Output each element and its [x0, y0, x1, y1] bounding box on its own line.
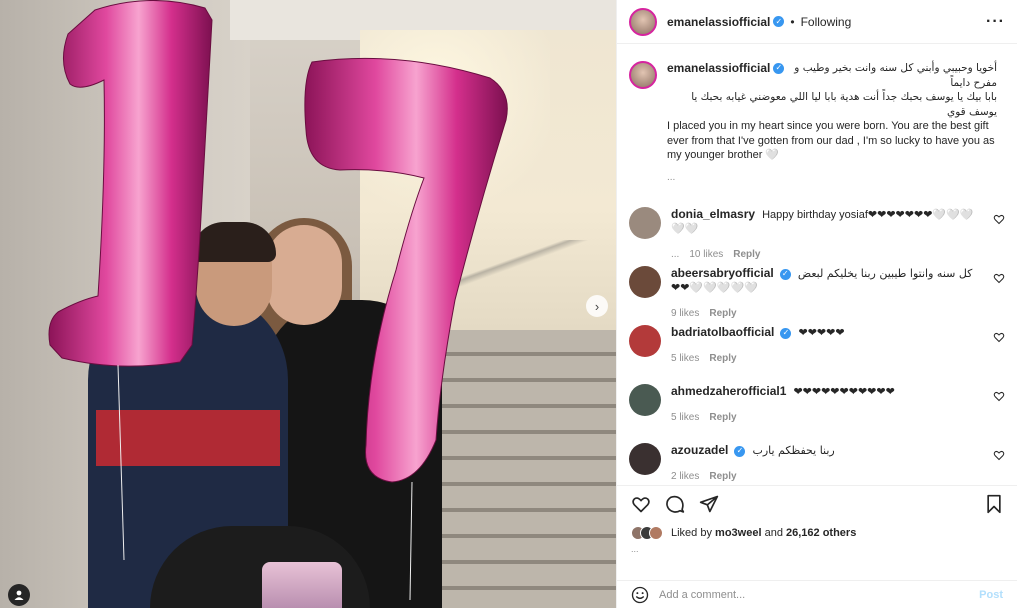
more-options-icon[interactable]: ···	[986, 13, 1005, 31]
share-send-icon[interactable]	[699, 494, 719, 514]
comment-username[interactable]: donia_elmasry	[671, 207, 755, 221]
caption-timestamp: ...	[667, 171, 676, 183]
post-comment-button[interactable]: Post	[979, 589, 1003, 601]
comment-likes[interactable]: 10 likes	[689, 249, 723, 260]
author-username[interactable]: emanelassiofficial	[667, 15, 770, 29]
author-avatar[interactable]	[629, 7, 657, 36]
add-comment-bar: Post	[617, 580, 1017, 608]
comment-text: ❤❤❤❤❤❤❤❤❤❤❤	[793, 386, 895, 398]
post-date: ...	[631, 544, 639, 554]
comment-username[interactable]: azouzadel	[671, 443, 728, 457]
likes-count-link[interactable]: 26,162 others	[786, 527, 856, 539]
comment-item: abeersabryofficial ✓ كل سنه وانتوا طيبين…	[617, 266, 1017, 325]
verified-badge-icon: ✓	[779, 268, 791, 280]
tagged-users-button[interactable]	[8, 584, 30, 606]
reply-button[interactable]: Reply	[709, 412, 736, 423]
comment-likes[interactable]: 2 likes	[671, 471, 699, 482]
reply-button[interactable]: Reply	[733, 249, 760, 260]
comment-likes[interactable]: 5 likes	[671, 412, 699, 423]
user-icon	[14, 590, 24, 600]
verified-badge-icon: ✓	[780, 327, 792, 339]
reply-button[interactable]: Reply	[709, 471, 736, 482]
emoji-smiley-icon[interactable]	[631, 586, 649, 604]
like-comment-heart-icon[interactable]	[993, 390, 1005, 402]
post-details-panel: emanelassiofficial ✓ • Following ··· ema…	[616, 0, 1017, 608]
verified-badge-icon: ✓	[773, 63, 785, 74]
like-comment-heart-icon[interactable]	[993, 272, 1005, 284]
post-header: emanelassiofficial ✓ • Following ···	[617, 0, 1017, 44]
post-actions: Liked by mo3weel and 26,162 others ...	[617, 485, 1017, 560]
liker-avatar	[649, 526, 663, 540]
number-balloons	[48, 0, 508, 601]
comment-likes[interactable]: 5 likes	[671, 353, 699, 364]
like-heart-icon[interactable]	[631, 494, 651, 514]
likes-prefix: Liked by	[671, 527, 712, 539]
caption-username[interactable]: emanelassiofficial	[667, 61, 770, 76]
like-comment-heart-icon[interactable]	[993, 213, 1005, 225]
liked-by-user-link[interactable]: mo3weel	[715, 527, 761, 539]
following-button[interactable]: Following	[801, 15, 852, 29]
like-comment-heart-icon[interactable]	[993, 331, 1005, 343]
like-comment-heart-icon[interactable]	[993, 449, 1005, 461]
caption-arabic-line-1: أخويا وحبيبي وأبني كل سنه وانت بخير وطيب…	[794, 62, 997, 89]
comment-item: ahmedzaherofficial1 ❤❤❤❤❤❤❤❤❤❤❤ 5 likes R…	[617, 384, 1017, 443]
reply-button[interactable]: Reply	[709, 353, 736, 364]
verified-badge-icon: ✓	[734, 445, 746, 457]
comment-input[interactable]	[659, 588, 980, 601]
comment-text: ربنا يحفظكم يارب	[752, 444, 835, 457]
comments-scroll-area[interactable]: emanelassiofficial ✓ أخويا وحبيبي وأبني …	[617, 45, 1017, 485]
comment-likes[interactable]: 9 likes	[671, 308, 699, 319]
comment-username[interactable]: badriatolbaofficial	[671, 325, 774, 339]
balloon-digit-seven	[304, 57, 508, 483]
commenter-avatar[interactable]	[629, 325, 661, 357]
likes-summary: Liked by mo3weel and 26,162 others	[631, 522, 1003, 544]
balloon-digit-one	[48, 0, 213, 367]
caption-avatar[interactable]	[629, 61, 657, 89]
caption-english-text: I placed you in my heart since you were …	[667, 120, 995, 161]
reply-button[interactable]: Reply	[709, 308, 736, 319]
header-separator: •	[790, 14, 795, 29]
comments-list: donia_elmasry Happy birthday yosiaf❤❤❤❤❤…	[617, 207, 1017, 485]
post-photo: ›	[0, 0, 616, 608]
commenter-avatar[interactable]	[629, 266, 661, 298]
commenter-avatar[interactable]	[629, 207, 661, 239]
comment-item: badriatolbaofficial ✓ ❤❤❤❤❤ 5 likes Reply	[617, 325, 1017, 384]
likes-and: and	[764, 527, 783, 539]
comment-item: azouzadel ✓ ربنا يحفظكم يارب 2 likes Repl…	[617, 443, 1017, 485]
comment-text: ❤❤❤❤❤	[798, 327, 845, 339]
post-caption: emanelassiofficial ✓ أخويا وحبيبي وأبني …	[617, 45, 1017, 185]
photo-cake	[262, 562, 342, 608]
next-image-button[interactable]: ›	[586, 295, 608, 317]
comment-username[interactable]: ahmedzaherofficial1	[671, 384, 786, 398]
commenter-avatar[interactable]	[629, 384, 661, 416]
comment-item: donia_elmasry Happy birthday yosiaf❤❤❤❤❤…	[617, 207, 1017, 266]
save-bookmark-icon[interactable]	[985, 494, 1003, 514]
comment-time: ...	[671, 249, 680, 260]
commenter-avatar[interactable]	[629, 443, 661, 475]
verified-badge-icon: ✓	[773, 16, 785, 27]
chevron-right-icon: ›	[594, 298, 600, 314]
comment-username[interactable]: abeersabryofficial	[671, 266, 774, 280]
comment-bubble-icon[interactable]	[665, 494, 685, 514]
caption-arabic-line-2: بابا بيك يا يوسف بحبك جداً أنت هدية بابا…	[691, 91, 997, 118]
